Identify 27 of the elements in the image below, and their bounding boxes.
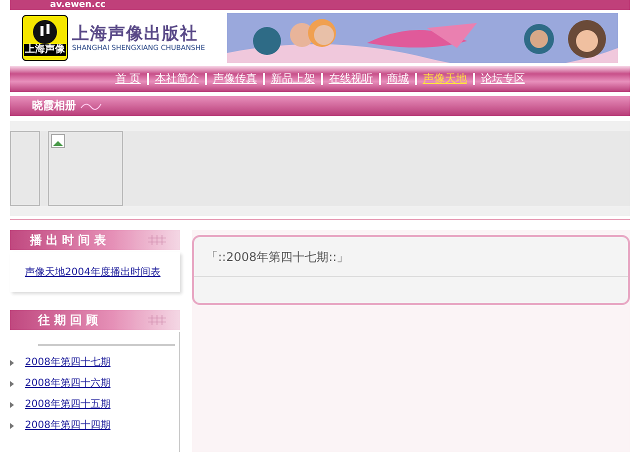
archive-link[interactable]: 2008年第四十四期	[25, 418, 110, 433]
nav-link[interactable]: 首 页	[115, 70, 141, 88]
bullet-icon	[10, 422, 14, 428]
album-title: 晓霞相册	[32, 98, 76, 114]
bullet-icon	[10, 380, 14, 386]
broken-image-icon	[51, 134, 65, 148]
archive-link[interactable]: 2008年第四十五期	[25, 397, 110, 412]
schedule-link[interactable]: 声像天地2004年度播出时间表	[25, 264, 160, 280]
nav-link[interactable]: 论坛专区	[480, 70, 525, 88]
nav-link[interactable]: 本社简介	[154, 70, 199, 88]
logo-badge-text: 上海声像	[24, 44, 66, 56]
archive-link[interactable]: 2008年第四十六期	[25, 376, 110, 391]
section-header: 播出时间表	[10, 230, 180, 250]
nav-link[interactable]: 商城	[386, 70, 409, 88]
archive-link[interactable]: 2008年第四十七期	[25, 355, 110, 370]
issue-title: 「::2008年第四十七期::」	[194, 237, 628, 277]
grid-ornament-icon	[148, 235, 166, 245]
nav-link[interactable]: 声像传真	[212, 70, 257, 88]
nav-link[interactable]: 新品上架	[270, 70, 315, 88]
section-header: 往期回顾	[10, 310, 180, 330]
nav-link[interactable]: 在线视听	[328, 70, 373, 88]
site-url: av.ewen.cc	[50, 0, 106, 10]
publisher-name: 上海声像出版社	[72, 24, 199, 44]
nav-link[interactable]: 声像天地	[422, 70, 467, 88]
bullet-icon	[10, 402, 14, 408]
bullet-icon	[10, 360, 14, 366]
grid-ornament-icon	[148, 315, 166, 325]
